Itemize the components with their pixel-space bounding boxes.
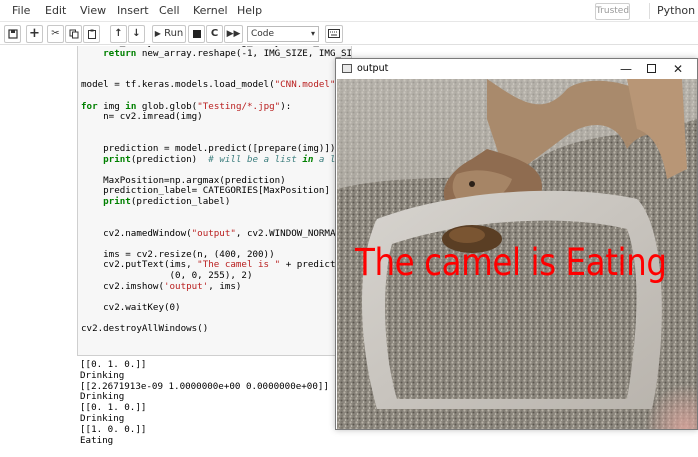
code-line: n= cv2.imread(img) [81, 111, 203, 123]
menu-cell[interactable]: Cell [159, 4, 180, 17]
copy-button[interactable] [65, 25, 82, 43]
save-icon [7, 29, 18, 39]
toolbar: + ✂ ↑ ↓ ▶ Run C ▶▶ Code ▾ [0, 23, 698, 45]
command-palette-button[interactable] [325, 25, 343, 43]
code-line: cv2.waitKey(0) [81, 301, 181, 313]
output-text: [[0. 1. 0.]] Drinking [[2.2671913e-09 1.00… [80, 359, 340, 446]
cell-type-value: Code [251, 29, 275, 39]
code-line: cv2.destroyAllWindows() [81, 323, 209, 335]
arrow-up-icon: ↑ [114, 28, 123, 39]
prediction-overlay-text: The camel is Eating [355, 241, 667, 284]
paste-icon [87, 29, 96, 39]
code-cell[interactable]: new_array = cv2.resize(img_array, (IMG_S… [77, 46, 352, 356]
insert-cell-button[interactable]: + [26, 25, 43, 43]
copy-icon [69, 29, 78, 39]
restart-icon: C [210, 28, 219, 39]
fast-forward-icon: ▶▶ [226, 29, 241, 39]
trusted-badge[interactable]: Trusted [595, 3, 630, 20]
output-line: Eating [80, 434, 114, 446]
cell-output: [[0. 1. 0.]] Drinking [[2.2671913e-09 1.00… [80, 359, 340, 455]
minimize-icon[interactable]: — [615, 61, 637, 77]
output-line: [[1. 0. 0.]] [80, 423, 147, 435]
kernel-indicator[interactable]: Python 3 (i [657, 4, 698, 17]
close-icon[interactable]: ✕ [667, 61, 689, 77]
menu-kernel[interactable]: Kernel [193, 4, 228, 17]
menu-insert[interactable]: Insert [117, 4, 149, 17]
restart-button[interactable]: C [206, 25, 223, 43]
play-icon: ▶ [154, 29, 161, 38]
paste-button[interactable] [83, 25, 100, 43]
move-up-button[interactable]: ↑ [110, 25, 127, 43]
menu-file[interactable]: File [12, 4, 30, 17]
output-window[interactable]: output — ✕ The camel is Eating [335, 58, 698, 430]
code-line: print(prediction) # will be a list in a … [103, 153, 351, 165]
menu-bar: File Edit View Insert Cell Kernel Help T… [0, 0, 698, 22]
arrow-down-icon: ↓ [132, 28, 141, 39]
cut-button[interactable]: ✂ [47, 25, 64, 43]
kernel-divider [649, 3, 650, 19]
maximize-icon[interactable] [640, 61, 662, 77]
interrupt-button[interactable] [188, 25, 205, 43]
stop-icon [192, 30, 201, 38]
save-button[interactable] [4, 25, 21, 43]
menu-help[interactable]: Help [237, 4, 262, 17]
chevron-down-icon: ▾ [310, 29, 315, 38]
window-app-icon [342, 64, 352, 73]
plus-icon: + [29, 26, 40, 41]
window-titlebar[interactable]: output — ✕ [336, 59, 697, 79]
move-down-button[interactable]: ↓ [128, 25, 145, 43]
scissors-icon: ✂ [51, 28, 60, 39]
run-label: Run [164, 28, 184, 39]
window-title: output [357, 63, 389, 74]
code-editor[interactable]: new_array = cv2.resize(img_array, (IMG_S… [81, 46, 352, 335]
code-line: cv2.namedWindow("output", cv2.WINDOW_NOR… [81, 227, 347, 239]
cell-type-select[interactable]: Code ▾ [247, 26, 319, 42]
camel-image: The camel is Eating [337, 79, 697, 429]
restart-run-all-button[interactable]: ▶▶ [224, 25, 243, 43]
menu-edit[interactable]: Edit [45, 4, 66, 17]
menu-view[interactable]: View [80, 4, 106, 17]
code-line: return new_array.reshape(-1, IMG_SIZE, I… [103, 47, 352, 59]
code-line: model = tf.keras.models.load_model("CNN.… [81, 79, 341, 91]
code-line: print(prediction_label) [103, 195, 231, 207]
keyboard-icon [328, 29, 340, 38]
code-line: cv2.imshow('output', ims) [81, 280, 242, 292]
output-line: Drinking [80, 369, 125, 381]
run-button[interactable]: ▶ Run [152, 25, 186, 43]
